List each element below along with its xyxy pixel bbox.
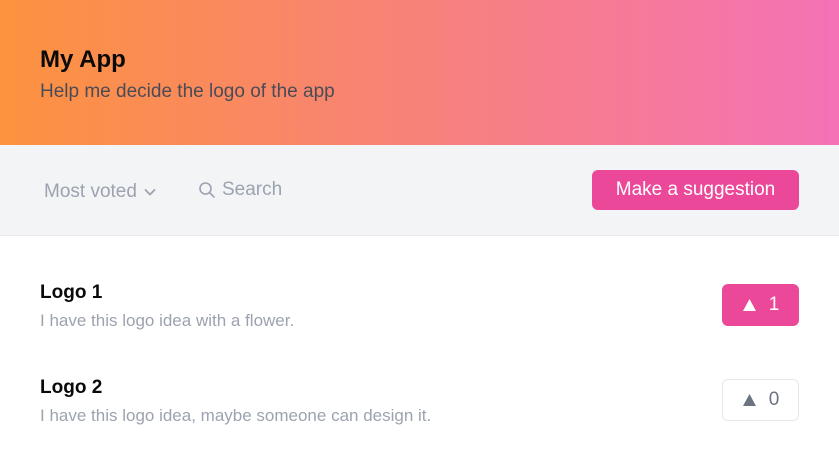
search-input[interactable] bbox=[222, 179, 422, 201]
search-box bbox=[198, 179, 422, 201]
sort-label: Most voted bbox=[44, 181, 137, 202]
suggestion-title: Logo 2 bbox=[40, 377, 103, 398]
upvote-button[interactable]: 1 bbox=[722, 284, 799, 326]
search-icon bbox=[199, 182, 215, 198]
upvote-button[interactable]: 0 bbox=[722, 379, 799, 421]
suggestion-description: I have this logo idea with a flower. bbox=[40, 311, 295, 330]
suggestion-title: Logo 1 bbox=[40, 282, 103, 303]
triangle-up-icon bbox=[742, 394, 756, 406]
vote-count: 0 bbox=[768, 389, 780, 410]
make-suggestion-button[interactable]: Make a suggestion bbox=[592, 170, 799, 210]
chevron-down-icon bbox=[144, 189, 156, 196]
suggestion-item: Logo 2 I have this logo idea, maybe some… bbox=[0, 332, 839, 427]
app-subtitle: Help me decide the logo of the app bbox=[40, 81, 335, 102]
vote-count: 1 bbox=[768, 294, 780, 315]
triangle-up-icon bbox=[742, 299, 756, 311]
app-header: My App Help me decide the logo of the ap… bbox=[0, 0, 839, 145]
app-title: My App bbox=[40, 46, 126, 73]
toolbar: Most voted Make a suggestion bbox=[0, 145, 839, 236]
sort-dropdown[interactable]: Most voted bbox=[44, 180, 157, 204]
suggestion-description: I have this logo idea, maybe someone can… bbox=[40, 406, 432, 425]
suggestion-item: Logo 1 I have this logo idea with a flow… bbox=[0, 237, 839, 332]
